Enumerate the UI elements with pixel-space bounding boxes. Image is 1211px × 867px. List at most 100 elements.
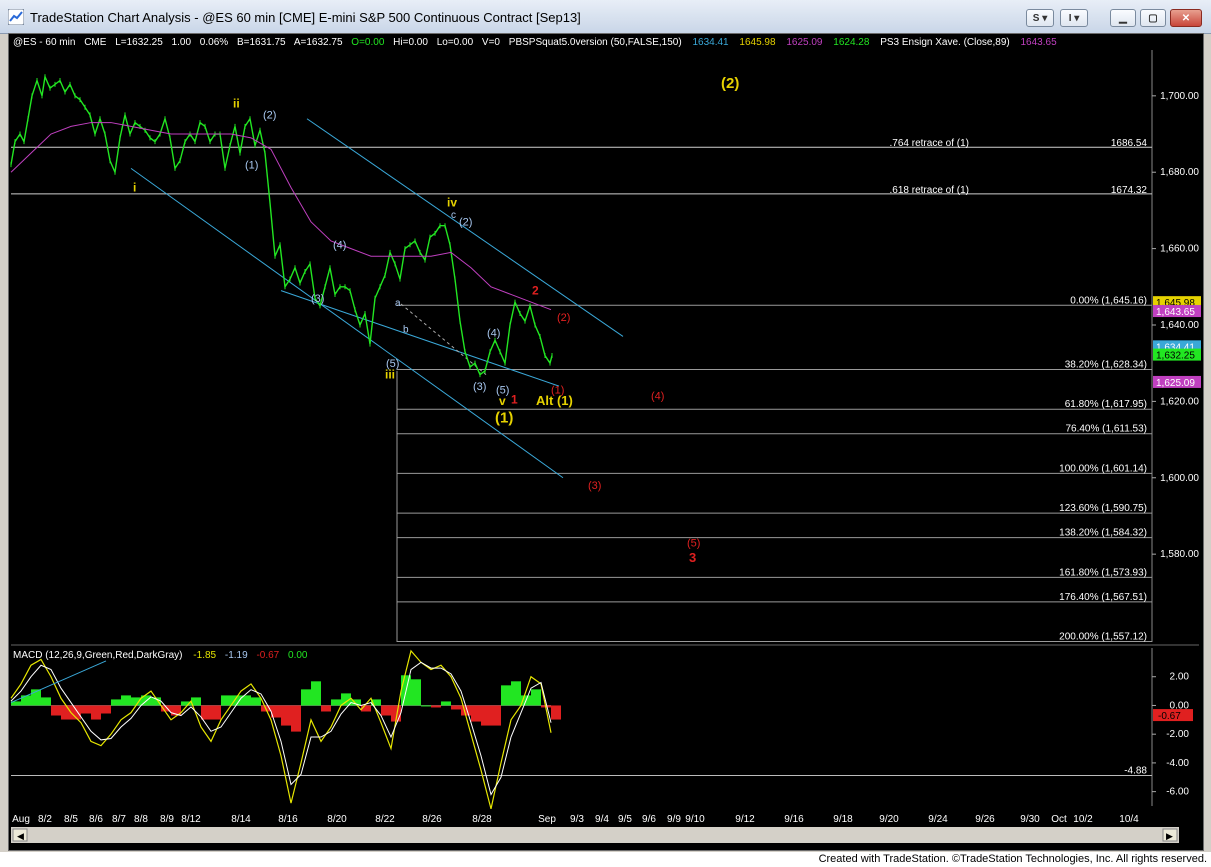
- fib-level-label: 176.40% (1,567.51): [1059, 592, 1147, 603]
- retrace-label: .764 retrace of (1): [890, 138, 969, 149]
- wave-label: (2): [263, 110, 276, 122]
- macd-value-4: 0.00: [288, 650, 308, 661]
- date-tick-label: 9/5: [618, 814, 632, 825]
- wave-label: iii: [385, 367, 395, 381]
- wave-label: v: [499, 394, 506, 408]
- macd-value-3: -0.67: [256, 650, 279, 661]
- retrace-value: 1674.32: [1111, 185, 1148, 196]
- date-tick-label: 8/14: [231, 814, 251, 825]
- price-tick-label: 1,700.00: [1160, 91, 1199, 102]
- macd-histogram-bar: [321, 705, 331, 712]
- price-tick-label: 1,660.00: [1160, 244, 1199, 255]
- macd-tick-label: -2.00: [1166, 729, 1189, 740]
- wave-label: (2): [557, 312, 570, 324]
- i-button-label: I: [1068, 13, 1072, 24]
- fib-level-label: 100.00% (1,601.14): [1059, 463, 1147, 474]
- date-tick-label: Sep: [538, 814, 556, 825]
- wave-label: Alt (1): [536, 393, 573, 408]
- wave-label: iv: [447, 196, 457, 210]
- fib-level-label: 200.00% (1,557.12): [1059, 632, 1147, 643]
- header-ind-value-2: 1645.98: [739, 37, 776, 48]
- macd-trendline: [10, 660, 107, 704]
- date-tick-label: 9/9: [667, 814, 681, 825]
- wave-label: 3: [689, 550, 696, 565]
- macd-histogram-bar: [281, 705, 291, 726]
- macd-histogram-bar: [101, 705, 111, 714]
- date-tick-label: 9/10: [685, 814, 705, 825]
- date-tick-label: 9/20: [879, 814, 899, 825]
- macd-line: [10, 649, 552, 810]
- header-ask: A=1632.75: [294, 37, 343, 48]
- header-ind-value-1: 1634.41: [692, 37, 729, 48]
- minimize-icon[interactable]: ▁: [1110, 9, 1136, 27]
- date-tick-label: 8/22: [375, 814, 395, 825]
- date-tick-label: 9/4: [595, 814, 609, 825]
- price-tick-label: 1,580.00: [1160, 549, 1199, 560]
- date-tick-label: 8/28: [472, 814, 492, 825]
- macd-histogram-bar: [221, 695, 231, 706]
- macd-histogram-bar: [431, 705, 441, 708]
- wave-label: (3): [311, 293, 324, 305]
- header-open: O=0.00: [351, 37, 385, 48]
- channel-line: [130, 167, 564, 479]
- macd-histogram-bar: [51, 705, 61, 716]
- date-tick-label: 8/26: [422, 814, 442, 825]
- wave-label: (2): [459, 217, 472, 229]
- macd-tick-label: 2.00: [1170, 672, 1190, 683]
- macd-histogram-bar: [471, 705, 481, 722]
- macd-panel: 2.00 0.00 -2.00 -4.00 -6.00 -4.88 -0.67: [10, 644, 1199, 810]
- window-title: TradeStation Chart Analysis - @ES 60 min…: [30, 10, 581, 25]
- macd-value-tag-label: -0.67: [1158, 711, 1181, 722]
- header-vol: V=0: [482, 37, 501, 48]
- header-hi: Hi=0.00: [393, 37, 428, 48]
- header-exchange: CME: [84, 37, 107, 48]
- date-tick-label: 9/18: [833, 814, 853, 825]
- macd-histogram-bar: [381, 705, 391, 716]
- date-tick-label: 8/20: [327, 814, 347, 825]
- date-tick-label: 8/6: [89, 814, 103, 825]
- footer-copyright: Created with TradeStation. ©TradeStation…: [818, 853, 1207, 865]
- macd-histogram-bar: [61, 705, 71, 720]
- macd-tick-label: -6.00: [1166, 787, 1189, 798]
- date-tick-label: 8/2: [38, 814, 52, 825]
- close-icon[interactable]: ✕: [1170, 9, 1202, 27]
- wave-label: (3): [588, 480, 601, 492]
- macd-histogram-bar: [311, 681, 321, 706]
- macd-histogram-bar: [211, 705, 221, 720]
- macd-histogram-bar: [81, 705, 91, 714]
- header-pct: 0.06%: [200, 37, 228, 48]
- macd-histogram-bar: [41, 697, 51, 706]
- macd-value-2: -1.19: [225, 650, 248, 661]
- horizontal-scrollbar[interactable]: [11, 827, 1179, 843]
- tradestation-app-icon: [8, 9, 24, 25]
- scroll-left-icon: ◀: [17, 831, 24, 841]
- maximize-icon[interactable]: ▢: [1140, 9, 1166, 27]
- fib-level-label: 138.20% (1,584.32): [1059, 528, 1147, 539]
- date-tick-label: Oct: [1051, 814, 1067, 825]
- price-tick-label: 1,620.00: [1160, 396, 1199, 407]
- macd-histogram-bar: [291, 705, 301, 732]
- macd-histogram-bar: [501, 685, 511, 706]
- date-tick-label: 9/24: [928, 814, 948, 825]
- price-tag-label: 1,643.65: [1156, 307, 1195, 318]
- date-tick-label: 8/16: [278, 814, 298, 825]
- header-line: @ES - 60 min CME L=1632.25 1.00 0.06% B=…: [13, 37, 1057, 48]
- macd-histogram-bar: [121, 695, 131, 706]
- chart-canvas[interactable]: @ES - 60 min CME L=1632.25 1.00 0.06% B=…: [9, 34, 1203, 850]
- i-button[interactable]: I ▾: [1060, 9, 1088, 27]
- macd-histogram-bar: [481, 705, 491, 726]
- fib-level-label: 76.40% (1,611.53): [1065, 424, 1147, 435]
- macd-level-label: -4.88: [1124, 766, 1147, 777]
- date-tick-label: 9/26: [975, 814, 995, 825]
- date-tick-label: 8/8: [134, 814, 148, 825]
- fib-level-label: 161.80% (1,573.93): [1059, 567, 1147, 578]
- macd-histogram-bar: [301, 689, 311, 706]
- header-ensign: PS3 Ensign Xave. (Close,89): [880, 37, 1010, 48]
- fib-level-label: 123.60% (1,590.75): [1059, 503, 1147, 514]
- s-button-label: S: [1032, 13, 1040, 24]
- header-indicator: PBSPSquat5.0version (50,FALSE,150): [509, 37, 682, 48]
- macd-histogram-bar: [451, 705, 461, 710]
- macd-histogram-bar: [111, 699, 121, 706]
- macd-value-1: -1.85: [193, 650, 216, 661]
- s-button[interactable]: S ▾: [1026, 9, 1054, 27]
